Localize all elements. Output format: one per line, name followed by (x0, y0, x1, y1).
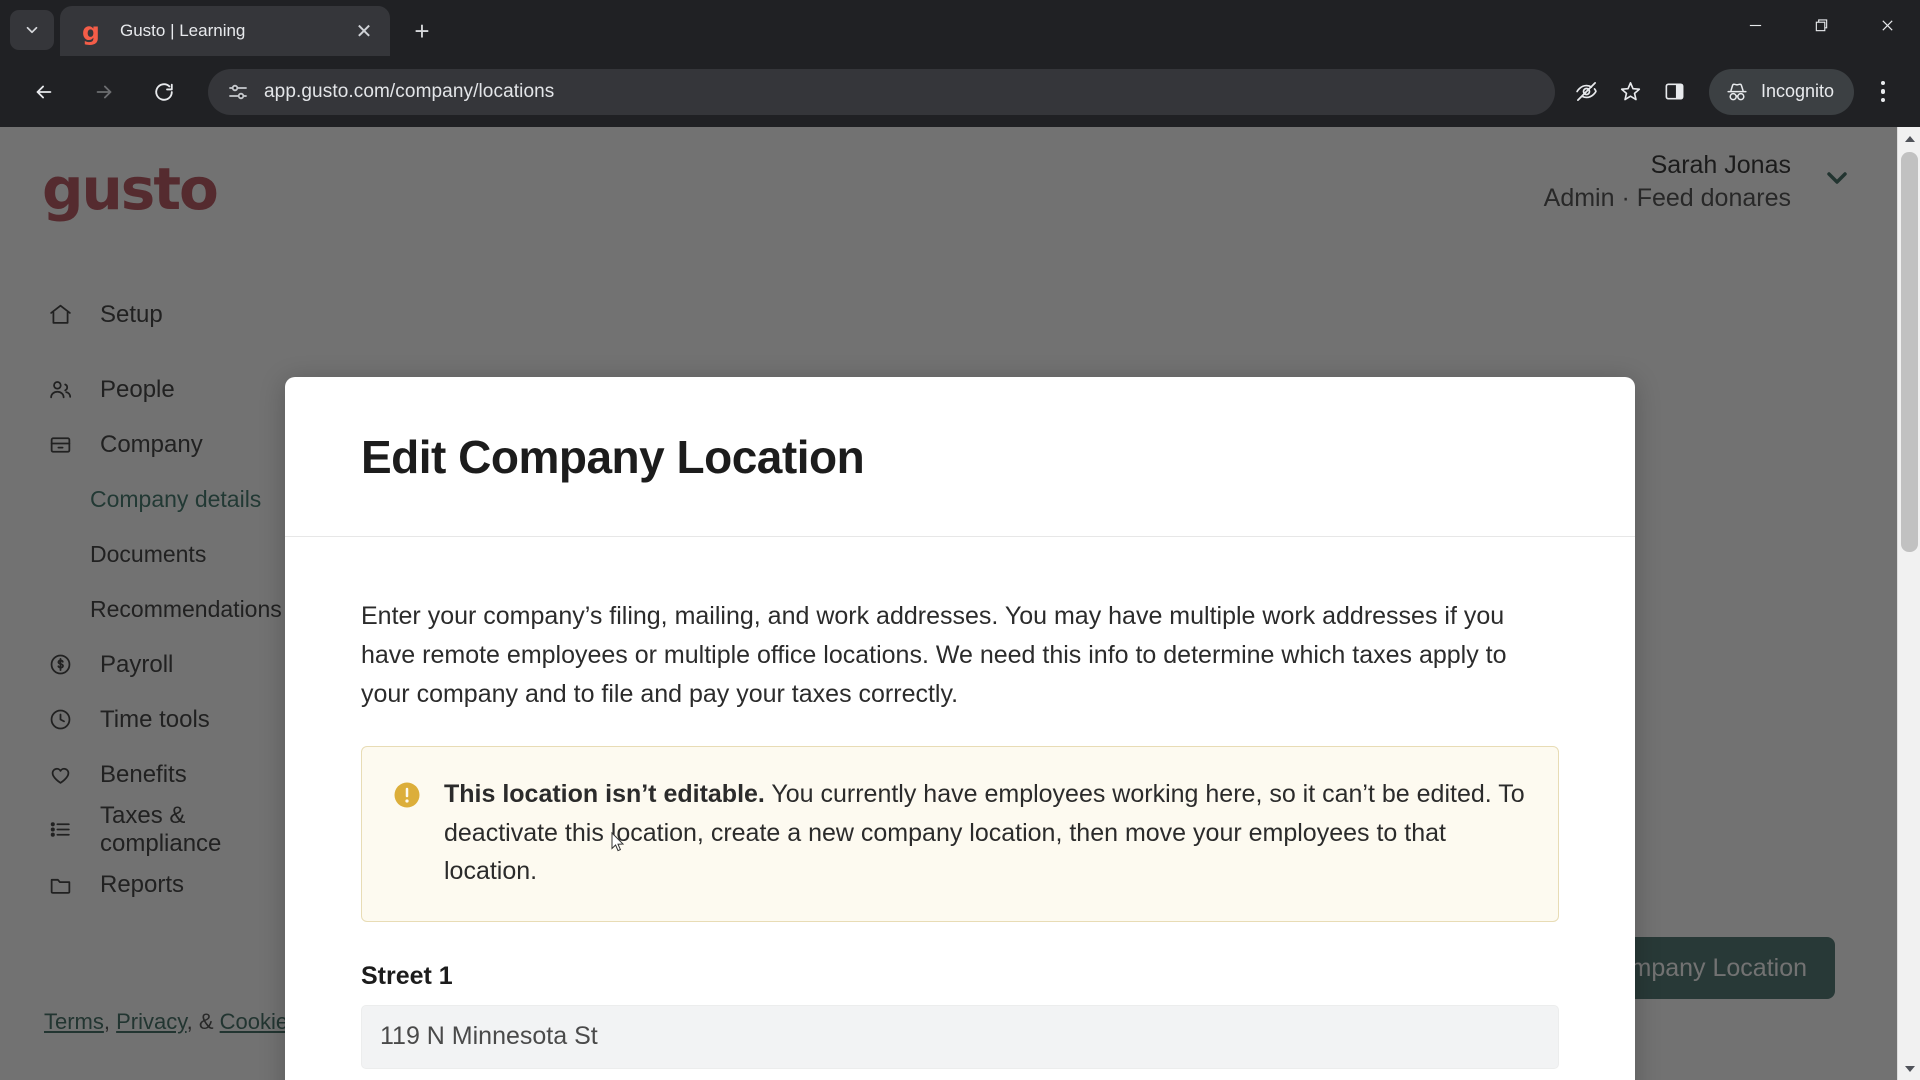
three-dot-menu-icon (1880, 80, 1886, 86)
scroll-up-button[interactable] (1898, 127, 1920, 150)
alert-headline: This location isn’t editable. (444, 780, 765, 808)
new-tab-button[interactable]: + (402, 11, 442, 51)
maximize-icon (1815, 18, 1827, 31)
alert-text: This location isn’t editable. You curren… (444, 775, 1526, 891)
scrollbar-thumb[interactable] (1901, 152, 1918, 552)
reload-icon (155, 82, 173, 101)
triangle-up-icon (1904, 135, 1915, 142)
browser-toolbar: app.gusto.com/company/locations Incognit… (0, 56, 1920, 127)
tab-close-button[interactable]: ✕ (350, 17, 378, 45)
minimize-icon (1749, 24, 1761, 26)
window-minimize-button[interactable] (1722, 0, 1788, 50)
modal-header: Edit Company Location (285, 377, 1635, 537)
modal-body: Enter your company’s filing, mailing, an… (285, 537, 1635, 1080)
window-maximize-button[interactable] (1788, 0, 1854, 50)
modal-description: Enter your company’s filing, mailing, an… (361, 602, 1507, 708)
tab-search-button[interactable] (10, 10, 54, 50)
gusto-favicon: g (82, 16, 100, 46)
side-panel-button[interactable] (1653, 70, 1697, 114)
scroll-down-button[interactable] (1898, 1057, 1920, 1080)
tab-title: Gusto | Learning (120, 21, 246, 40)
url-text: app.gusto.com/company/locations (264, 80, 555, 102)
incognito-icon (1727, 83, 1747, 100)
window-controls (1722, 0, 1920, 50)
window-close-button[interactable] (1854, 0, 1920, 50)
bookmark-button[interactable] (1609, 70, 1653, 114)
tracking-protection-button[interactable] (1565, 70, 1609, 114)
eye-slash-icon (1576, 82, 1598, 101)
close-icon (1881, 19, 1893, 31)
address-bar[interactable]: app.gusto.com/company/locations (208, 68, 1555, 115)
profile-button[interactable]: Incognito (1708, 68, 1854, 115)
site-settings-icon[interactable] (226, 80, 250, 104)
star-icon (1621, 82, 1641, 101)
modal-title: Edit Company Location (361, 430, 865, 483)
browser-tab[interactable]: g Gusto | Learning ✕ (60, 6, 390, 56)
warning-circle-icon (392, 780, 422, 810)
page-viewport: gusto Sarah Jonas Admin · Feed donares (0, 127, 1920, 1080)
side-panel-icon (1665, 83, 1684, 100)
edit-company-location-modal: Edit Company Location Enter your company… (285, 377, 1635, 1080)
arrow-right-icon (96, 85, 112, 98)
back-button[interactable] (21, 69, 67, 115)
street-1-label: Street 1 (361, 961, 453, 990)
street-1-field-group: Street 1 (361, 962, 1559, 1069)
triangle-down-icon (1904, 1065, 1915, 1072)
chevron-down-icon (26, 26, 38, 34)
profile-label: Incognito (1760, 81, 1834, 101)
browser-menu-button[interactable] (1860, 69, 1906, 115)
forward-button[interactable] (81, 69, 127, 115)
browser-chrome: g Gusto | Learning ✕ + app.gusto.com/com… (0, 0, 1920, 127)
not-editable-alert: This location isn’t editable. You curren… (361, 746, 1559, 922)
page-scrollbar[interactable] (1897, 127, 1920, 1080)
arrow-left-icon (36, 85, 52, 98)
reload-button[interactable] (141, 69, 187, 115)
street-1-input[interactable] (361, 1004, 1559, 1069)
tab-strip: g Gusto | Learning ✕ + (0, 0, 1920, 56)
